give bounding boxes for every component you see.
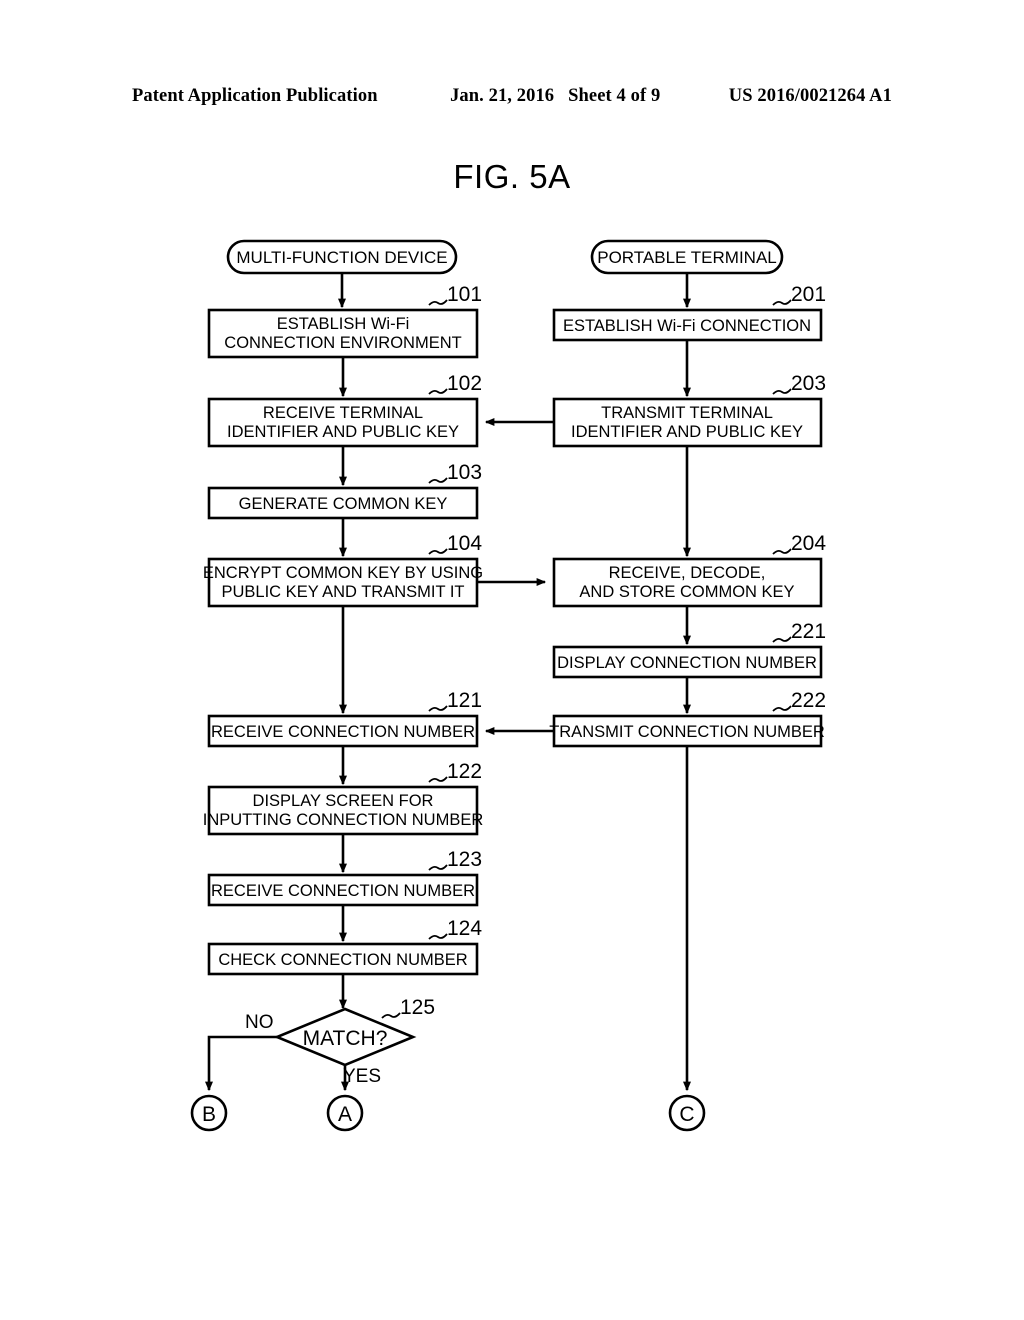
step-122-line-2: INPUTTING CONNECTION NUMBER [203,811,484,829]
step-201-line-1: ESTABLISH Wi-Fi CONNECTION [563,317,811,335]
decision-no-label: NO [245,1012,274,1033]
step-121-line-1: RECEIVE CONNECTION NUMBER [211,723,475,741]
flowchart-diagram: MULTI-FUNCTION DEVICE ESTABLISH Wi-Fi CO… [190,239,826,1132]
step-203-line-2: IDENTIFIER AND PUBLIC KEY [571,423,803,441]
decision-ref: 125 [400,996,435,1019]
step-103-ref: 103 [447,461,482,484]
step-203-line-1: TRANSMIT TERMINAL [601,404,773,422]
connector-b-label: B [202,1103,216,1126]
step-201: ESTABLISH Wi-Fi CONNECTION 201 [552,283,826,342]
connector-c: C [668,1094,706,1132]
connector-a: A [326,1094,364,1132]
step-102-line-1: RECEIVE TERMINAL [263,404,423,422]
step-204-line-1: RECEIVE, DECODE, [609,564,766,582]
step-101-line-1: ESTABLISH Wi-Fi [277,315,410,333]
step-122-ref: 122 [447,760,482,783]
step-124-ref: 124 [447,917,482,940]
decision-yes-label: YES [343,1066,381,1087]
connector-c-label: C [679,1103,694,1126]
step-124-line-1: CHECK CONNECTION NUMBER [218,951,467,969]
step-122-line-1: DISPLAY SCREEN FOR [253,792,434,810]
step-221-line-1: DISPLAY CONNECTION NUMBER [557,654,817,672]
step-101-line-2: CONNECTION ENVIRONMENT [224,334,461,352]
step-204-ref: 204 [791,532,826,555]
step-101-ref: 101 [447,283,482,306]
terminator-multi-function-device: MULTI-FUNCTION DEVICE [226,239,458,275]
terminator-portable-terminal: PORTABLE TERMINAL [590,239,784,275]
connector-b: B [190,1094,228,1132]
patent-drawing-sheet: Patent Application Publication Jan. 21, … [0,0,1024,1320]
terminator-label: MULTI-FUNCTION DEVICE [236,248,447,267]
step-104-ref: 104 [447,532,482,555]
step-121-ref: 121 [447,689,482,712]
lane-multi-function-device: MULTI-FUNCTION DEVICE ESTABLISH Wi-Fi CO… [190,239,484,1132]
step-104-line-1: ENCRYPT COMMON KEY BY USING [203,564,483,582]
step-101: ESTABLISH Wi-Fi CONNECTION ENVIRONMENT 1… [207,283,482,359]
terminator-label: PORTABLE TERMINAL [597,248,777,267]
step-102-line-2: IDENTIFIER AND PUBLIC KEY [227,423,459,441]
step-124: CHECK CONNECTION NUMBER 124 [207,917,482,976]
step-203: TRANSMIT TERMINAL IDENTIFIER AND PUBLIC … [552,372,826,448]
cross-lane-connectors [477,418,554,735]
step-222-line-1: TRANSMIT CONNECTION NUMBER [549,723,825,741]
step-123-ref: 123 [447,848,482,871]
step-121: RECEIVE CONNECTION NUMBER 121 [207,689,482,748]
decision-match: MATCH? 125 [273,996,435,1067]
step-203-ref: 203 [791,372,826,395]
decision-label: MATCH? [303,1027,388,1050]
step-204-line-2: AND STORE COMMON KEY [579,583,794,601]
lane-portable-terminal: PORTABLE TERMINAL ESTABLISH Wi-Fi CONNEC… [549,239,826,1132]
step-102-ref: 102 [447,372,482,395]
step-201-ref: 201 [791,283,826,306]
step-123-line-1: RECEIVE CONNECTION NUMBER [211,882,475,900]
step-104-line-2: PUBLIC KEY AND TRANSMIT IT [222,583,465,601]
connector-a-label: A [338,1103,352,1126]
step-221: DISPLAY CONNECTION NUMBER 221 [552,620,826,679]
step-123: RECEIVE CONNECTION NUMBER 123 [207,848,482,907]
step-221-ref: 221 [791,620,826,643]
step-103: GENERATE COMMON KEY 103 [207,461,482,520]
step-222-ref: 222 [791,689,826,712]
step-102: RECEIVE TERMINAL IDENTIFIER AND PUBLIC K… [207,372,482,448]
step-204: RECEIVE, DECODE, AND STORE COMMON KEY 20… [552,532,826,608]
step-103-line-1: GENERATE COMMON KEY [239,495,448,513]
